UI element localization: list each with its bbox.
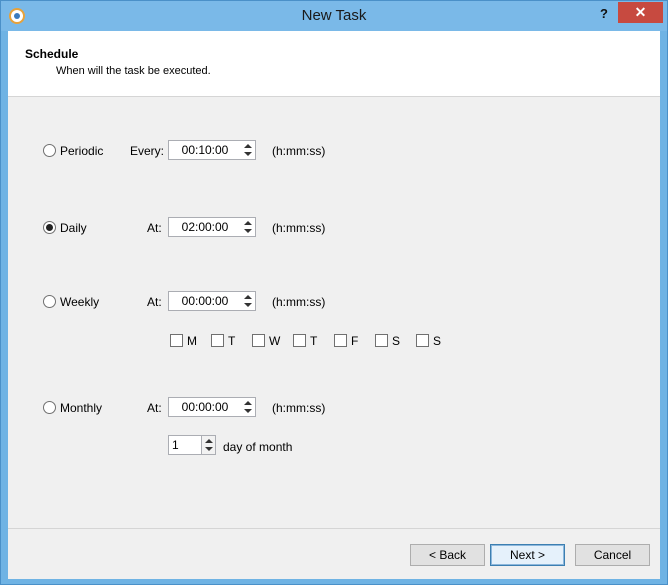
increment-icon[interactable] — [244, 295, 252, 299]
weekday-label: F — [351, 334, 359, 348]
weekly-time-input[interactable] — [169, 292, 241, 310]
increment-icon[interactable] — [244, 401, 252, 405]
spinner-arrows[interactable] — [201, 436, 215, 454]
decrement-icon[interactable] — [205, 447, 213, 451]
spinner-arrows[interactable] — [241, 141, 255, 159]
day-of-month-spinner[interactable] — [168, 435, 216, 455]
day-of-month-label: day of month — [223, 440, 293, 454]
periodic-label: Periodic — [60, 144, 104, 158]
weekday-label: W — [269, 334, 281, 348]
daily-label: Daily — [60, 221, 87, 235]
weekly-format-label: (h:mm:ss) — [272, 295, 326, 309]
next-button[interactable]: Next > — [490, 544, 565, 566]
periodic-radio[interactable] — [43, 144, 56, 157]
title-bar: New Task ? ✕ — [1, 1, 667, 31]
daily-time-spinner[interactable] — [168, 217, 256, 237]
weekday-checkbox-thu[interactable] — [293, 334, 306, 347]
footer-divider — [8, 528, 660, 529]
increment-icon[interactable] — [244, 144, 252, 148]
help-icon[interactable]: ? — [593, 3, 615, 25]
window-title: New Task — [301, 7, 367, 24]
monthly-radio[interactable] — [43, 401, 56, 414]
dialog-content: Schedule When will the task be executed.… — [8, 31, 660, 579]
page-subtitle: When will the task be executed. — [56, 65, 211, 77]
new-task-window: New Task ? ✕ Schedule When will the task… — [0, 0, 668, 585]
wizard-header: Schedule When will the task be executed. — [8, 31, 660, 97]
spinner-arrows[interactable] — [241, 218, 255, 236]
periodic-time-input[interactable] — [169, 141, 241, 159]
spinner-arrows[interactable] — [241, 292, 255, 310]
periodic-format-label: (h:mm:ss) — [272, 144, 326, 158]
weekday-label: M — [187, 334, 197, 348]
monthly-time-spinner[interactable] — [168, 397, 256, 417]
monthly-label: Monthly — [60, 401, 103, 415]
weekly-label: Weekly — [60, 295, 100, 309]
periodic-time-spinner[interactable] — [168, 140, 256, 160]
back-button[interactable]: < Back — [410, 544, 485, 566]
daily-at-label: At: — [147, 221, 162, 235]
weekly-at-label: At: — [147, 295, 162, 309]
spinner-arrows[interactable] — [241, 398, 255, 416]
daily-radio[interactable] — [43, 221, 56, 234]
monthly-time-input[interactable] — [169, 398, 241, 416]
weekly-radio[interactable] — [43, 295, 56, 308]
increment-icon[interactable] — [205, 439, 213, 443]
weekday-checkbox-sat[interactable] — [375, 334, 388, 347]
monthly-at-label: At: — [147, 401, 162, 415]
weekly-time-spinner[interactable] — [168, 291, 256, 311]
daily-time-input[interactable] — [169, 218, 241, 236]
weekday-checkbox-mon[interactable] — [170, 334, 183, 347]
weekday-checkbox-sun[interactable] — [416, 334, 429, 347]
monthly-format-label: (h:mm:ss) — [272, 401, 326, 415]
weekday-checkbox-fri[interactable] — [334, 334, 347, 347]
decrement-icon[interactable] — [244, 409, 252, 413]
cancel-button[interactable]: Cancel — [575, 544, 650, 566]
weekday-checkbox-tue[interactable] — [211, 334, 224, 347]
decrement-icon[interactable] — [244, 152, 252, 156]
weekday-label: S — [433, 334, 442, 348]
increment-icon[interactable] — [244, 221, 252, 225]
decrement-icon[interactable] — [244, 229, 252, 233]
daily-format-label: (h:mm:ss) — [272, 221, 326, 235]
page-title: Schedule — [25, 47, 79, 61]
weekday-label: S — [392, 334, 401, 348]
periodic-every-label: Every: — [130, 144, 165, 158]
day-of-month-input[interactable] — [169, 436, 199, 454]
close-icon[interactable]: ✕ — [618, 2, 663, 23]
weekday-label: T — [228, 334, 236, 348]
weekday-checkbox-wed[interactable] — [252, 334, 265, 347]
weekday-label: T — [310, 334, 318, 348]
decrement-icon[interactable] — [244, 303, 252, 307]
